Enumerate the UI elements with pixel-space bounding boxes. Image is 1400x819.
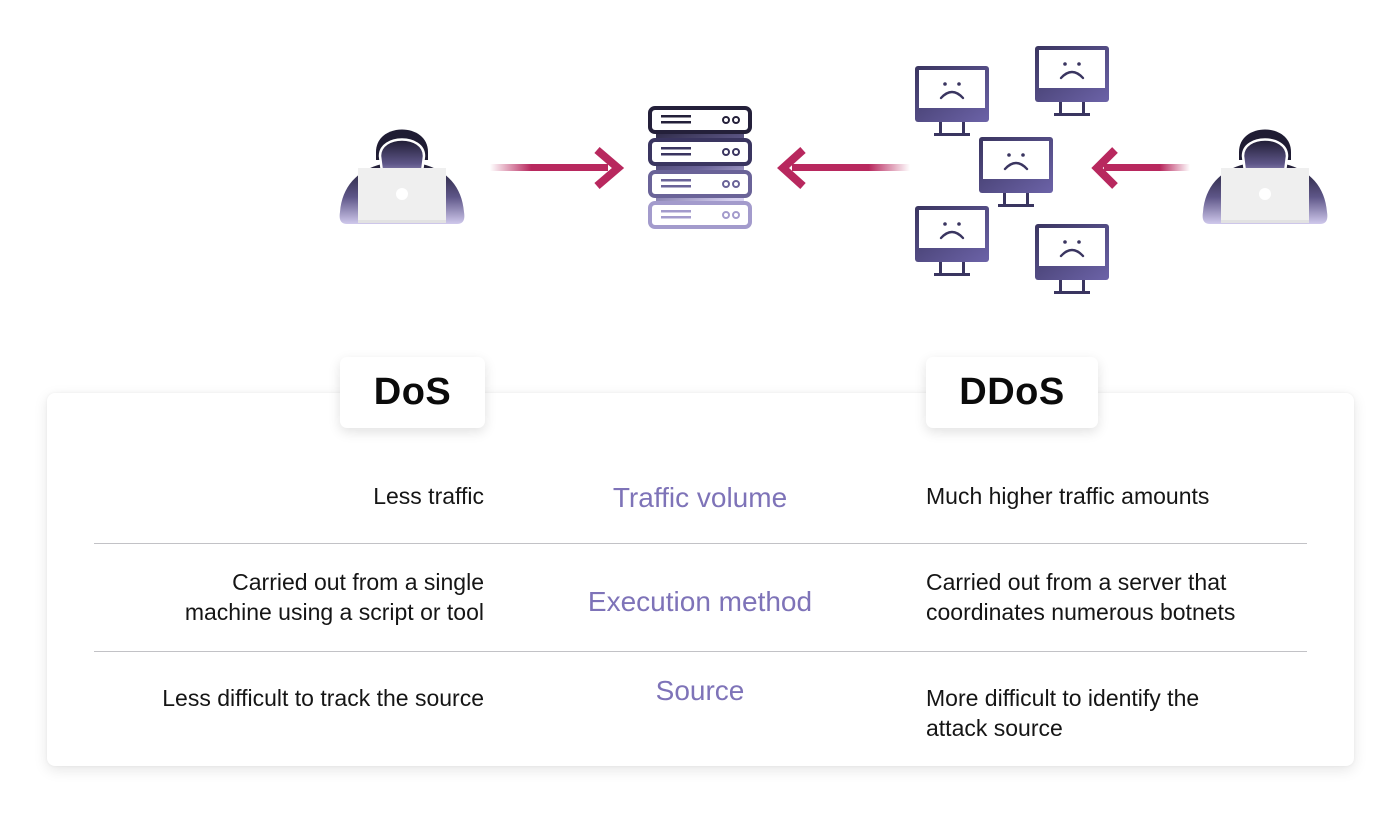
ddos-value-line: More difficult to identify the [926,685,1200,711]
row-source-dos: Less difficult to track the source [162,683,484,713]
attack-illustration [0,0,1400,340]
botnet-monitor-icon [977,135,1055,209]
botnet-monitor-icon [1033,222,1111,296]
ddos-heading: DDoS [926,357,1098,428]
ddos-value: Much higher traffic amounts [926,483,1210,509]
server-rack-icon [648,106,752,229]
criterion-traffic-volume: Traffic volume [612,482,788,513]
ddos-value-line: coordinates numerous botnets [926,599,1236,625]
botnet-arrow-left-icon [777,147,910,189]
dos-value: Less traffic [373,483,484,509]
dos-value-line: machine using a script or tool [184,599,484,625]
row-source-ddos: More difficult to identify the attack so… [926,683,1199,743]
botnet-monitor-icon [1033,44,1111,118]
dos-value: Less difficult to track the source [162,685,484,711]
ddos-attacker-arrow-left-icon [1091,147,1190,189]
row-execution-dos: Carried out from a single machine using … [185,567,484,627]
row-traffic-ddos: Much higher traffic amounts [926,481,1209,511]
criterion-execution-method: Execution method [587,586,813,617]
botnet-monitor-icon [913,204,991,278]
row-traffic-dos: Less traffic [373,481,484,511]
dos-attacker-icon [338,128,466,226]
ddos-value-line: Carried out from a server that [926,569,1227,595]
dos-arrow-right-icon [490,146,625,190]
row-execution-ddos: Carried out from a server that coordinat… [926,567,1235,627]
row-divider [94,651,1307,652]
ddos-attacker-icon [1201,128,1329,226]
ddos-value-line: attack source [926,715,1063,741]
botnet-monitor-icon [913,64,991,138]
row-divider [94,543,1307,544]
dos-value-line: Carried out from a single [232,569,484,595]
dos-heading: DoS [340,357,485,428]
criterion-source: Source [655,675,745,706]
